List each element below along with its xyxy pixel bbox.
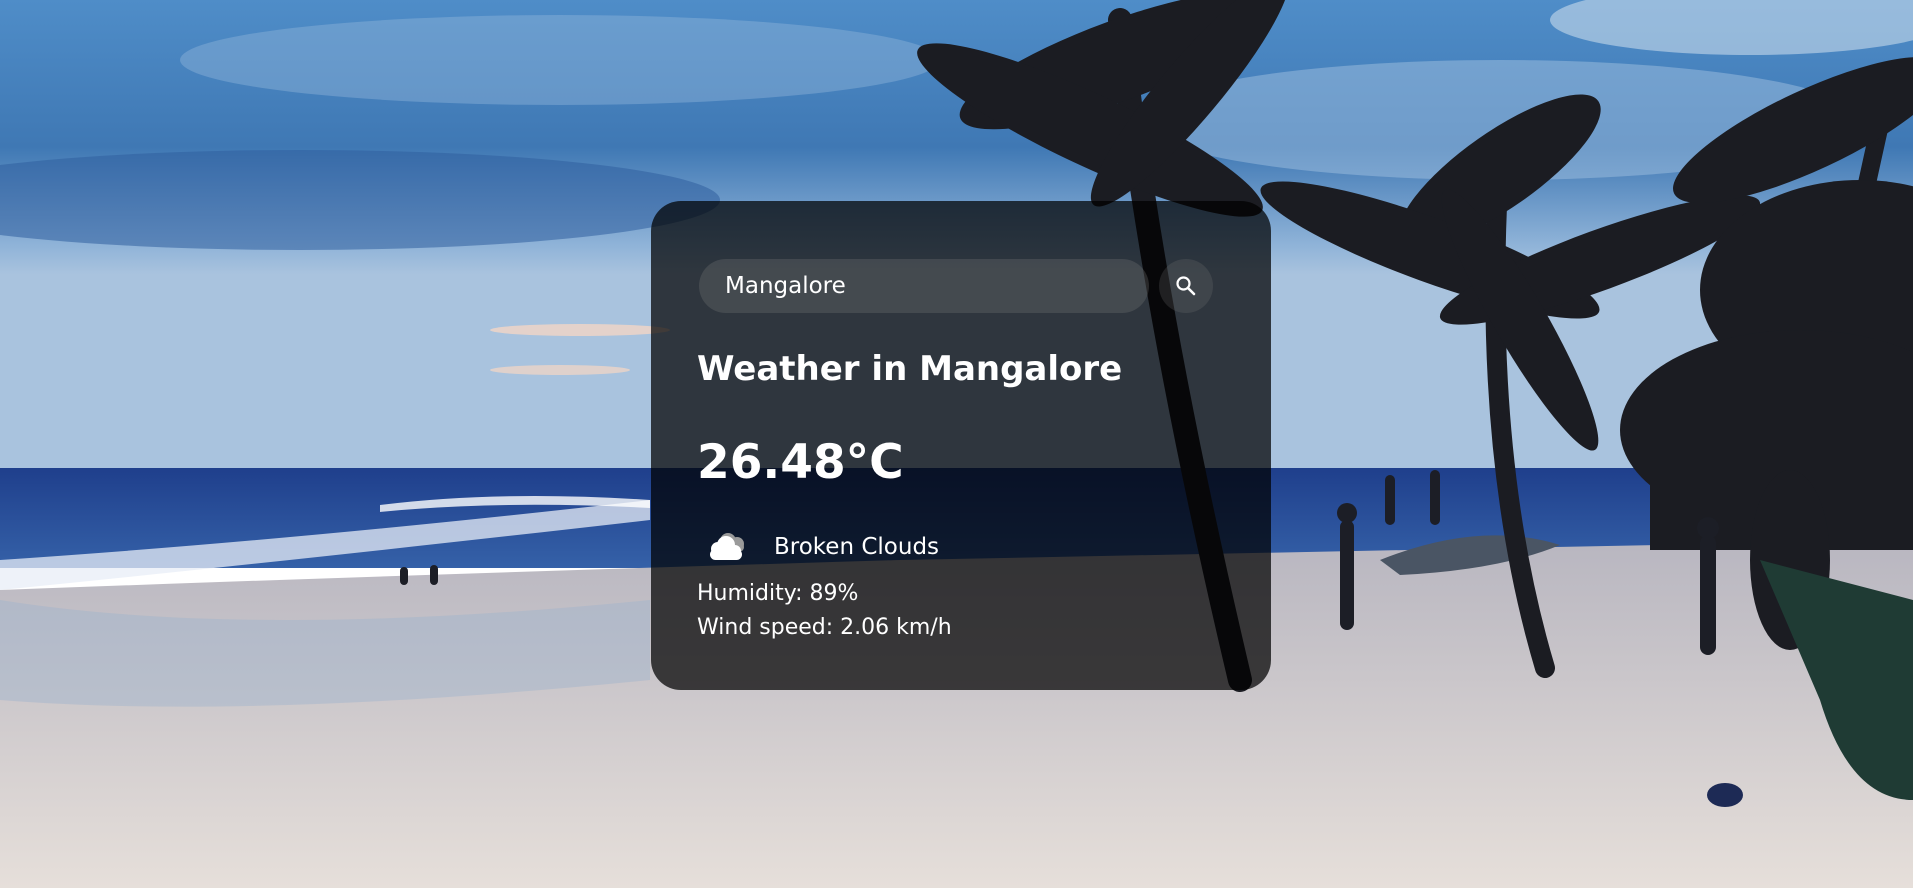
temperature: 26.48°C bbox=[697, 435, 904, 490]
search-icon bbox=[1176, 276, 1196, 296]
humidity: Humidity: 89% bbox=[697, 581, 859, 606]
search-input[interactable] bbox=[699, 259, 1149, 313]
weather-condition: Broken Clouds bbox=[704, 527, 939, 567]
search-button[interactable] bbox=[1159, 259, 1213, 313]
weather-card: Weather in Mangalore 26.48°C Broken Clou… bbox=[651, 201, 1271, 690]
search-bar bbox=[699, 259, 1213, 313]
broken-clouds-icon bbox=[710, 533, 744, 560]
city-title: Weather in Mangalore bbox=[697, 349, 1123, 389]
wind-speed: Wind speed: 2.06 km/h bbox=[697, 615, 952, 640]
weather-description: Broken Clouds bbox=[774, 534, 940, 560]
